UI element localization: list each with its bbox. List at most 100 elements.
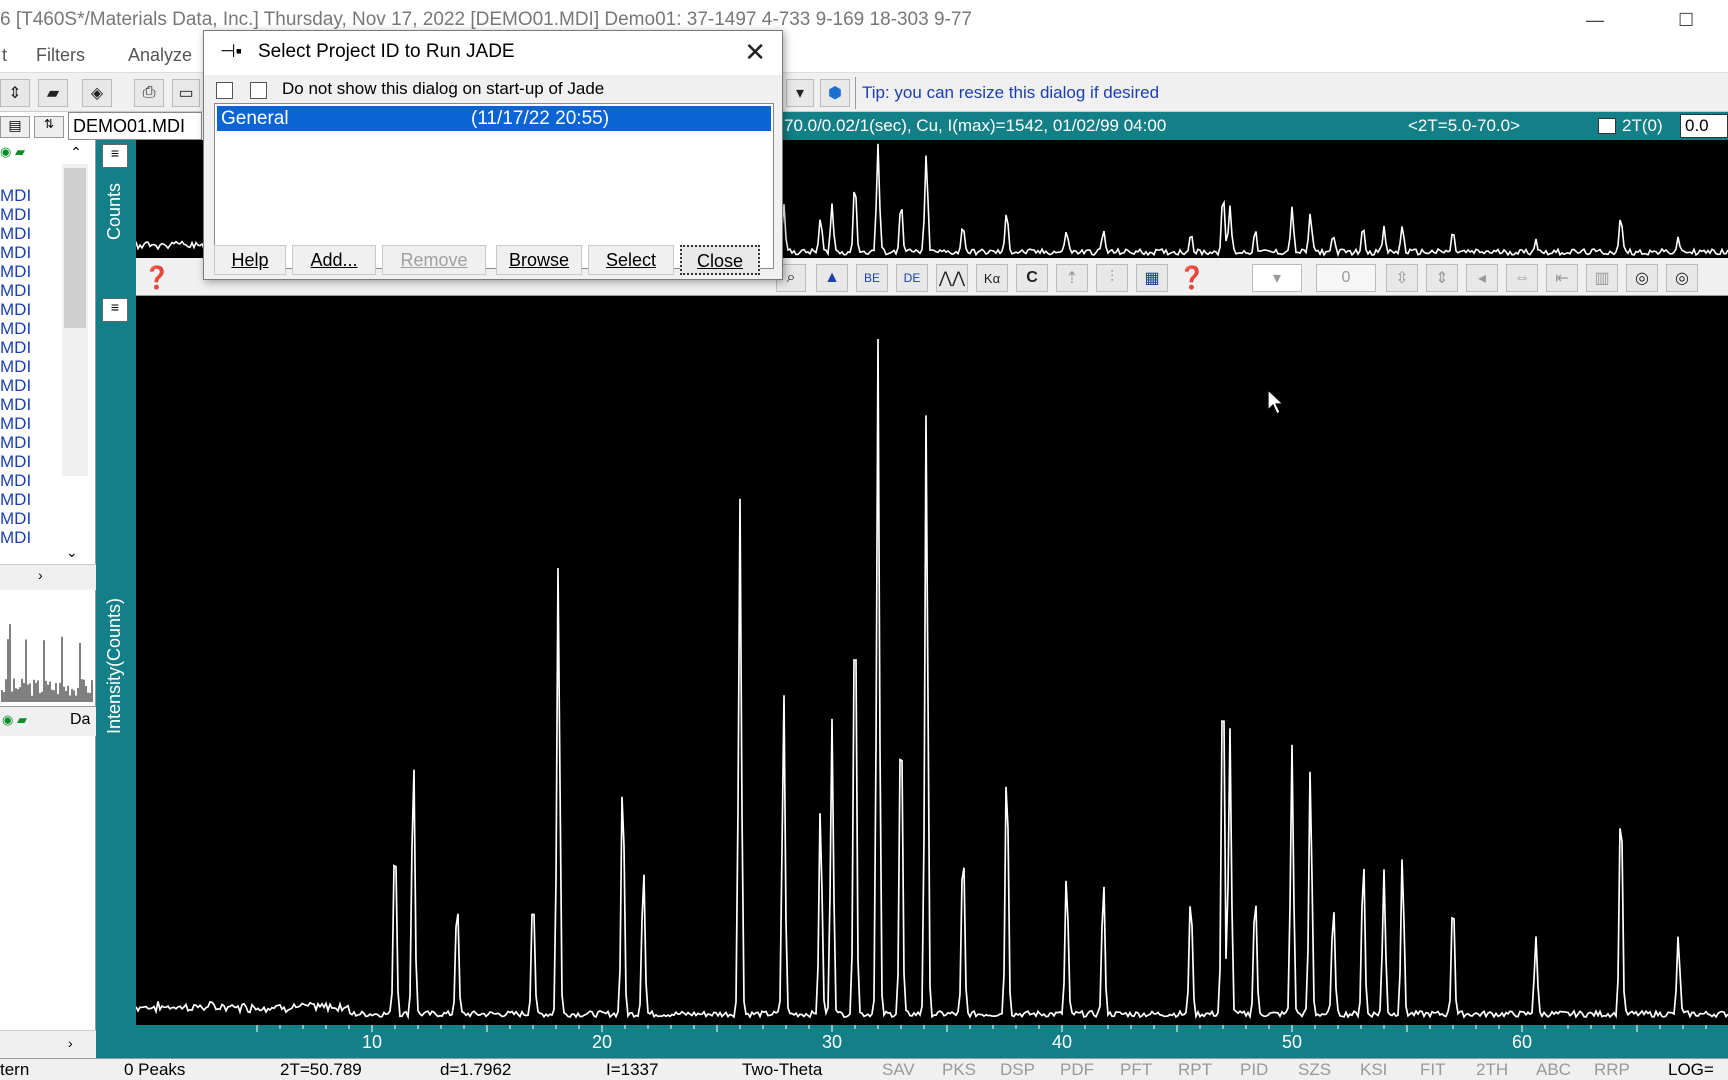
- offset-input[interactable]: 0.0: [1680, 114, 1728, 138]
- plot-left-frame: ≡ ≡ Counts Intensity(Counts): [96, 140, 136, 1058]
- list-item[interactable]: MDI: [0, 452, 31, 472]
- list-item[interactable]: MDI: [0, 433, 31, 453]
- scroll-right-icon[interactable]: ›: [38, 567, 43, 583]
- dropdown-arrow-icon[interactable]: ▾: [1252, 264, 1302, 292]
- status-button-pft[interactable]: PFT: [1120, 1059, 1152, 1080]
- status-button-abc[interactable]: ABC: [1536, 1059, 1571, 1080]
- checkbox-a[interactable]: [216, 82, 233, 99]
- status-button-pid[interactable]: PID: [1240, 1059, 1268, 1080]
- list-item[interactable]: MDI: [0, 376, 31, 396]
- histogram-icon[interactable]: ▥: [1586, 264, 1618, 292]
- stepper-value[interactable]: 0: [1316, 264, 1376, 292]
- scroll-up-icon[interactable]: ⌃: [66, 144, 86, 164]
- list-item[interactable]: MDI: [0, 490, 31, 510]
- list-item[interactable]: MDI: [0, 281, 31, 301]
- expand-icon[interactable]: ⇔: [1506, 264, 1538, 292]
- status-button-pks[interactable]: PKS: [942, 1059, 976, 1080]
- file-list-panel: ▤ ⇅ ◉ ▰ ⌃ MDI MDI MDI MDI MDI MDI MDI MD…: [0, 112, 96, 1080]
- status-button-rrp[interactable]: RRP: [1594, 1059, 1630, 1080]
- menu-item-analyze[interactable]: Analyze: [128, 45, 192, 66]
- do-not-show-checkbox[interactable]: [250, 82, 267, 99]
- offset-label: 2T(0): [1622, 116, 1663, 135]
- list-item[interactable]: MDI: [0, 528, 31, 548]
- list-item[interactable]: MDI: [0, 262, 31, 282]
- spin-icon[interactable]: ⇅: [34, 116, 64, 138]
- list-item[interactable]: General (11/17/22 20:55): [217, 106, 771, 131]
- multi-peak-icon[interactable]: ⋀⋀: [936, 264, 968, 292]
- select-button[interactable]: Select: [588, 245, 674, 275]
- grid-icon[interactable]: ▦: [1136, 264, 1168, 292]
- status-button-dsp[interactable]: DSP: [1000, 1059, 1035, 1080]
- help-icon[interactable]: ❓: [1176, 264, 1208, 292]
- menu-item-filters[interactable]: Filters: [36, 45, 85, 66]
- db-folder-icons[interactable]: ◉ ▰: [2, 712, 27, 728]
- maximize-button[interactable]: ☐: [1678, 10, 1694, 30]
- file-name-box[interactable]: DEMO01.MDI: [68, 112, 202, 140]
- notepad-icon[interactable]: ▤: [0, 116, 30, 138]
- status-button-fit[interactable]: FIT: [1420, 1059, 1446, 1080]
- list-item[interactable]: MDI: [0, 471, 31, 491]
- list-item[interactable]: MDI: [0, 205, 31, 225]
- folder-icons[interactable]: ◉ ▰: [0, 144, 56, 164]
- status-button-sav[interactable]: SAV: [882, 1059, 915, 1080]
- diamond-icon[interactable]: ◈: [82, 79, 112, 107]
- target-icon[interactable]: ◎: [1626, 264, 1658, 292]
- file-list-scrollbar[interactable]: [62, 164, 88, 476]
- offset-checkbox[interactable]: [1598, 118, 1616, 134]
- close-icon[interactable]: ✕: [744, 37, 766, 67]
- marker-icon[interactable]: ⇡: [1056, 264, 1088, 292]
- shift-left-icon[interactable]: ◂: [1466, 264, 1498, 292]
- updown-arrow-icon[interactable]: ⇕: [0, 79, 30, 107]
- k-alpha-icon[interactable]: Kα: [976, 264, 1008, 292]
- c-icon[interactable]: C: [1016, 264, 1048, 292]
- help-icon[interactable]: ❓: [142, 264, 172, 292]
- list-item[interactable]: MDI: [0, 338, 31, 358]
- main-plot-menu-icon[interactable]: ≡: [102, 298, 128, 322]
- status-button-rpt[interactable]: RPT: [1178, 1059, 1212, 1080]
- range-label: <2T=5.0-70.0>: [1408, 116, 1521, 135]
- up-down-icon[interactable]: ⇳: [1386, 264, 1418, 292]
- circle-icon[interactable]: ◎: [1666, 264, 1698, 292]
- dropdown-arrow-icon[interactable]: ▾: [786, 79, 814, 107]
- status-button-szs[interactable]: SZS: [1298, 1059, 1331, 1080]
- monitor-icon[interactable]: ▭: [172, 79, 200, 107]
- list-item[interactable]: MDI: [0, 224, 31, 244]
- top-plot-menu-icon[interactable]: ≡: [102, 144, 128, 168]
- list-item[interactable]: MDI: [0, 395, 31, 415]
- de-icon[interactable]: DE: [896, 264, 928, 292]
- be-icon[interactable]: BE: [856, 264, 888, 292]
- status-axis[interactable]: Two-Theta: [742, 1059, 822, 1080]
- list-item[interactable]: MDI: [0, 243, 31, 263]
- status-button-pdf[interactable]: PDF: [1060, 1059, 1094, 1080]
- scroll-right-icon[interactable]: ›: [68, 1035, 73, 1051]
- status-peaks: 0 Peaks: [124, 1060, 186, 1079]
- remove-button[interactable]: Remove: [382, 245, 486, 275]
- peak-icon[interactable]: ▲: [816, 264, 848, 292]
- browse-button[interactable]: Browse: [496, 245, 582, 275]
- list-item[interactable]: MDI: [0, 319, 31, 339]
- help-button[interactable]: Help: [214, 245, 286, 275]
- add-button[interactable]: Add...: [292, 245, 376, 275]
- bars-icon[interactable]: ⫶: [1096, 264, 1128, 292]
- list-item[interactable]: MDI: [0, 186, 31, 206]
- menu-item-edit[interactable]: t: [2, 45, 7, 66]
- list-item[interactable]: MDI: [0, 414, 31, 434]
- diffraction-pattern-plot[interactable]: [136, 296, 1728, 1025]
- bottom-scrollbar[interactable]: ›: [0, 1030, 96, 1058]
- horizontal-scrollbar[interactable]: ›: [0, 564, 96, 590]
- open-folder-icon[interactable]: ▰: [38, 79, 68, 107]
- list-item[interactable]: MDI: [0, 357, 31, 377]
- status-button-ksi[interactable]: KSI: [1360, 1059, 1387, 1080]
- minimize-button[interactable]: —: [1586, 10, 1604, 30]
- close-button[interactable]: Close: [680, 245, 760, 275]
- list-item[interactable]: MDI: [0, 300, 31, 320]
- hexagon-icon[interactable]: ⬢: [820, 79, 850, 107]
- collapse-icon[interactable]: ⇤: [1546, 264, 1578, 292]
- dialog-title-bar: ⊣▪ Select Project ID to Run JADE ✕: [204, 31, 782, 75]
- spread-icon[interactable]: ⇕: [1426, 264, 1458, 292]
- status-button-2th[interactable]: 2TH: [1476, 1059, 1508, 1080]
- status-scale[interactable]: LOG=: [1668, 1059, 1714, 1080]
- scroll-down-icon[interactable]: ⌄: [66, 544, 78, 561]
- list-item[interactable]: MDI: [0, 509, 31, 529]
- print-icon[interactable]: ⎙: [134, 79, 164, 107]
